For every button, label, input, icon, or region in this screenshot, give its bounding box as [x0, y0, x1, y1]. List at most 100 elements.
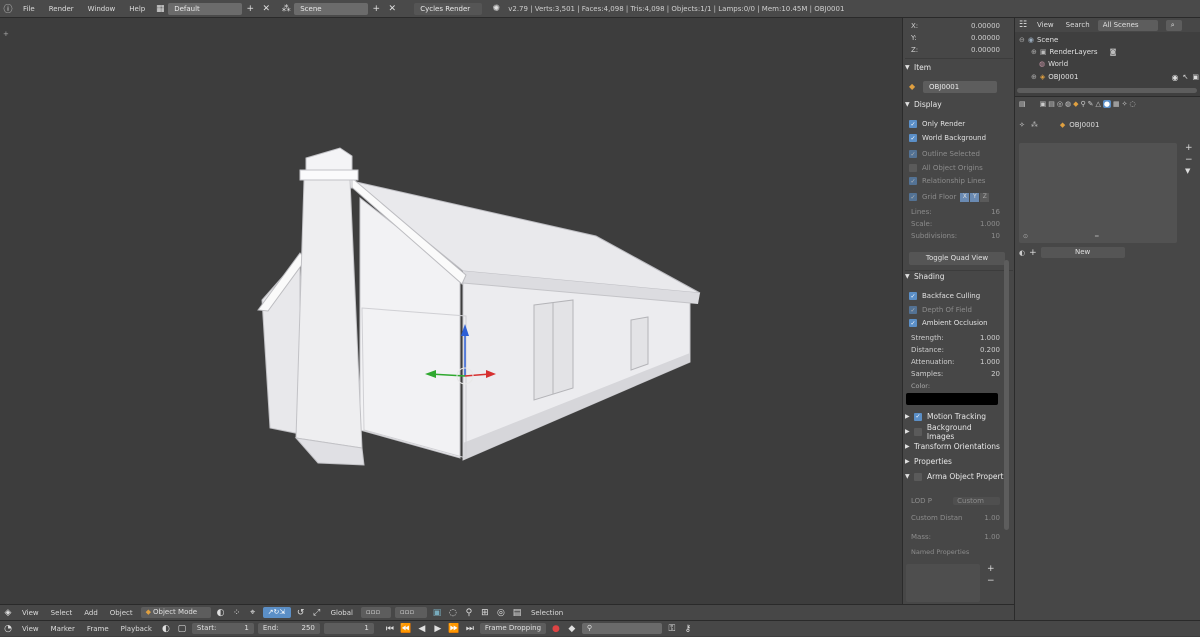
grid-scale-field[interactable]: Scale: 1.000: [911, 218, 1000, 229]
ao-strength-field[interactable]: Strength: 1.000: [911, 332, 1000, 343]
end-frame-field[interactable]: End: 250: [257, 623, 320, 634]
lock-range-icon[interactable]: ▢: [176, 623, 188, 635]
menu-render[interactable]: Render: [42, 0, 81, 18]
loc-x-row[interactable]: X: 0.00000: [911, 20, 1000, 31]
lod-preset-field[interactable]: LOD P Custom: [911, 495, 1000, 506]
backface-culling-checkbox[interactable]: ✓ Backface Culling: [909, 290, 980, 302]
background-images-header[interactable]: ▶ Background Images: [905, 423, 1001, 441]
outliner-scrollbar[interactable]: [1017, 88, 1197, 93]
properties-editor-icon[interactable]: ▤: [1019, 100, 1026, 108]
new-material-button[interactable]: New: [1040, 247, 1125, 258]
menu-help[interactable]: Help: [122, 0, 152, 18]
active-keying-set-field[interactable]: ⚲: [581, 623, 662, 634]
outliner-view-menu[interactable]: View: [1031, 17, 1060, 33]
collapse-icon[interactable]: ⊕: [1031, 48, 1037, 56]
view-menu[interactable]: View: [16, 605, 45, 621]
layers-widget-2[interactable]: ▫▫▫: [394, 607, 427, 618]
start-value[interactable]: 1: [244, 623, 248, 634]
depth-of-field-checkbox[interactable]: ✓ Depth Of Field: [909, 304, 972, 316]
outliner-scene-row[interactable]: ⊖ ◉ Scene: [1019, 34, 1058, 46]
slot-menu-icon[interactable]: ▼: [1185, 167, 1190, 175]
object-tab-icon[interactable]: ◆: [1073, 100, 1078, 108]
screen-layout-field[interactable]: Default: [168, 2, 243, 15]
grid-subdivisions-field[interactable]: Subdivisions: 10: [911, 230, 1000, 241]
close-layout-icon[interactable]: ✕: [260, 3, 272, 15]
search-filter-icon[interactable]: ⌕: [1165, 19, 1182, 31]
transform-orientations-header[interactable]: ▶ Transform Orientations: [905, 440, 1001, 453]
jump-end-icon[interactable]: ⏭: [464, 623, 476, 635]
physics-tab-icon[interactable]: ◌: [1130, 100, 1136, 108]
manipulator-toggle-icon[interactable]: ⌖: [247, 607, 259, 619]
insert-keyframe-icon[interactable]: ⚿: [666, 623, 678, 635]
sidebar-scrollbar[interactable]: [1004, 260, 1009, 530]
render-preview-icon[interactable]: ◎: [495, 607, 507, 619]
timeline-editor-icon[interactable]: ◔: [2, 623, 14, 635]
loc-z-row[interactable]: Z: 0.00000: [911, 44, 1000, 55]
distance-value[interactable]: 0.200: [980, 346, 1000, 354]
screen-layout-icon[interactable]: ▦: [154, 3, 166, 15]
orientation-select[interactable]: Global: [325, 605, 359, 621]
collapse-icon[interactable]: ⊕: [1031, 73, 1037, 81]
marker-menu[interactable]: Marker: [45, 621, 81, 637]
next-keyframe-icon[interactable]: ⏩: [448, 623, 460, 635]
visibility-eye-icon[interactable]: ◉: [1172, 73, 1179, 82]
loc-y-value[interactable]: 0.00000: [971, 34, 1000, 42]
grid-axis-y-toggle[interactable]: Y: [970, 192, 980, 202]
relationship-lines-checkbox[interactable]: ✓ Relationship Lines: [909, 175, 985, 187]
add-layout-icon[interactable]: +: [244, 3, 256, 15]
texture-tab-icon[interactable]: ▦: [1113, 100, 1120, 108]
arma-properties-header[interactable]: ▼ Arma Object Properti: [905, 470, 1014, 483]
proportional-edit-icon[interactable]: ◌: [447, 607, 459, 619]
checkbox-icon[interactable]: [914, 472, 922, 481]
all-origins-checkbox[interactable]: All Object Origins: [909, 162, 983, 174]
world-tab-icon[interactable]: ◍: [1065, 100, 1071, 108]
loc-x-value[interactable]: 0.00000: [971, 22, 1000, 30]
collapse-icon[interactable]: ⊖: [1019, 36, 1025, 44]
material-tab-icon[interactable]: ●: [1102, 100, 1111, 108]
ao-color-swatch[interactable]: [906, 393, 998, 405]
frame-menu[interactable]: Frame: [81, 621, 115, 637]
start-frame-field[interactable]: Start: 1: [191, 623, 254, 634]
render-tab-icon[interactable]: ▣: [1040, 100, 1047, 108]
3d-viewport[interactable]: +: [0, 18, 902, 604]
toggle-quad-view-button[interactable]: Toggle Quad View: [909, 252, 1005, 265]
mass-value[interactable]: 1.00: [984, 533, 1000, 541]
renderlayers-tab-icon[interactable]: ▤: [1048, 100, 1055, 108]
end-value[interactable]: 250: [302, 623, 315, 634]
scene-tab-icon[interactable]: ◎: [1057, 100, 1063, 108]
remove-slot-icon[interactable]: −: [1185, 155, 1193, 165]
add-property-icon[interactable]: +: [987, 564, 995, 574]
display-mode-select[interactable]: All Scenes: [1097, 19, 1158, 31]
ao-distance-field[interactable]: Distance: 0.200: [911, 344, 1000, 355]
current-frame-field[interactable]: 1: [323, 623, 374, 634]
manipulator-modes[interactable]: ↗↻⇲: [262, 607, 291, 618]
named-properties-list[interactable]: [906, 564, 980, 602]
outline-selected-checkbox[interactable]: ✓ Outline Selected: [909, 148, 980, 160]
preview-range-icon[interactable]: ◐: [160, 623, 172, 635]
outliner-editor-icon[interactable]: ☷: [1017, 19, 1029, 31]
object-menu[interactable]: Object: [104, 605, 139, 621]
opengl-render-icon[interactable]: ▤: [511, 607, 523, 619]
layers-widget[interactable]: ▫▫▫: [360, 607, 391, 618]
checkbox-icon[interactable]: ✓: [914, 412, 922, 421]
pivot-point-icon[interactable]: ⁘: [231, 607, 243, 619]
grid-floor-checkbox[interactable]: ✓ Grid Floor X Y Z: [909, 191, 990, 203]
close-scene-icon[interactable]: ✕: [386, 3, 398, 15]
viewport-shading-icon[interactable]: ◐: [215, 607, 227, 619]
custom-distance-value[interactable]: 1.00: [984, 514, 1000, 522]
menu-file[interactable]: File: [16, 0, 42, 18]
snap-element-icon[interactable]: ⊞: [479, 607, 491, 619]
data-tab-icon[interactable]: △: [1096, 100, 1101, 108]
strength-value[interactable]: 1.000: [980, 334, 1000, 342]
add-menu[interactable]: Add: [78, 605, 104, 621]
mass-field[interactable]: Mass: 1.00: [911, 531, 1000, 542]
timeline-view-menu[interactable]: View: [16, 621, 45, 637]
custom-distance-field[interactable]: Custom Distan 1.00: [911, 512, 1000, 523]
playback-menu[interactable]: Playback: [115, 621, 158, 637]
outliner-object-row[interactable]: ⊕ ◈ OBJ0001 ◉ ↖ ▣: [1031, 71, 1199, 83]
item-name-field[interactable]: OBJ0001: [923, 81, 997, 93]
play-icon[interactable]: ▶: [432, 623, 444, 635]
only-render-checkbox[interactable]: ✓ Only Render: [909, 118, 965, 130]
snap-icon[interactable]: ⚲: [463, 607, 475, 619]
sync-mode-select[interactable]: Frame Dropping: [479, 623, 546, 634]
